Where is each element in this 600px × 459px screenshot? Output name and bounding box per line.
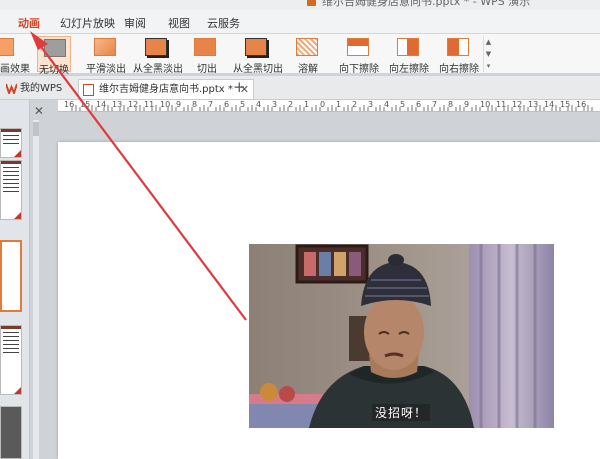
ribbon-item-cut-from-black[interactable]: 从全黑切出 [233,36,283,75]
ribbon-item-wipe-down[interactable]: 向下擦除 [339,36,379,75]
ribbon-label: 从全黑淡出 [133,64,183,75]
ribbon-item-fade-from-black[interactable]: 从全黑淡出 [133,36,183,75]
fade-from-black-icon [145,38,167,56]
ribbon-label: 溶解 [298,64,318,75]
dissolve-icon [296,38,318,56]
window-title: 维尔吉姆健身店意向书.pptx * - WPS 演示 [322,0,531,8]
ruler-label: 16 [64,100,75,109]
tab-label: 维尔吉姆健身店意向书.pptx * [99,84,233,95]
tab-my-wps[interactable]: 我的WPS [0,79,62,99]
tab-view[interactable]: 视图 [168,15,190,31]
slide-image[interactable] [249,244,554,428]
ribbon-label: 向左擦除 [389,64,429,75]
tab-cloud-service[interactable]: 云服务 [207,15,240,31]
ruler-label: 7 [432,100,438,109]
ruler-label: 14 [96,100,107,109]
ribbon-label: 画效果 [0,64,30,75]
ruler-label: 2 [288,100,294,109]
ruler-label: 9 [464,100,470,109]
tab-animation[interactable]: 动画 [18,15,40,31]
slide-thumbnail[interactable] [0,325,22,395]
ruler-label: 11 [496,100,507,109]
ruler-label: 13 [528,100,539,109]
scroll-up-icon[interactable]: ▲ [484,36,493,48]
presentation-file-icon [83,84,94,96]
ruler-label: 10 [160,100,171,109]
ruler-label: 8 [448,100,454,109]
ruler-label: 14 [544,100,555,109]
ribbon-gallery-scroll[interactable]: ▲ ▼ ▾ [483,36,493,72]
slide-thumbnail[interactable] [0,128,22,158]
ruler-label: 4 [384,100,390,109]
ribbon-item-slide-effect[interactable]: 画效果 [0,36,30,75]
thumbnail-scrollbar[interactable] [33,120,39,459]
smooth-fade-icon [94,38,116,56]
ribbon-label: 平滑淡出 [86,64,126,75]
ruler-label: 10 [480,100,491,109]
ruler-label: 3 [272,100,278,109]
photo-caption: 没招呀！ [372,404,431,421]
tab-review[interactable]: 审阅 [124,15,146,31]
ribbon-item-no-transition[interactable]: 无切换 [37,36,71,76]
ribbon-label: 向右擦除 [439,64,479,75]
man-in-hat-photo [249,244,554,428]
ruler-label: 0 [320,100,326,109]
tab-slideshow[interactable]: 幻灯片放映 [60,15,115,31]
ruler-label: 5 [240,100,246,109]
ruler-label: 15 [560,100,571,109]
title-bar: 维尔吉姆健身店意向书.pptx * - WPS 演示 [0,0,600,10]
tab-current-document[interactable]: 维尔吉姆健身店意向书.pptx * ✕ [78,79,254,99]
slide-thumbnail-selected[interactable] [0,240,22,312]
ribbon-label: 向下擦除 [339,64,379,75]
ruler-label: 6 [416,100,422,109]
horizontal-ruler: 16 15 14 13 12 11 10 9 8 7 6 5 4 3 2 1 0 1 2 3 4 5 6 7 8 9 10 11 12 1… [58,100,600,112]
ruler-label: 3 [368,100,374,109]
ruler-label: 15 [80,100,91,109]
wipe-down-icon [347,38,369,56]
ruler-label: 11 [144,100,155,109]
ruler-label: 12 [512,100,523,109]
gallery-expand-icon[interactable]: ▾ [484,60,493,72]
transition-ribbon: 画效果 无切换 平滑淡出 从全黑淡出 切出 从全黑切出 溶解 向下擦除 向左擦除… [0,34,600,76]
ruler-label: 5 [400,100,406,109]
ribbon-label: 无切换 [39,65,69,76]
cut-from-black-icon [245,38,267,56]
wipe-right-icon [447,38,469,56]
new-tab-plus-icon[interactable]: + [233,78,246,96]
ribbon-label: 从全黑切出 [233,64,283,75]
ruler-label: 4 [256,100,262,109]
ribbon-item-cut[interactable]: 切出 [193,36,219,75]
ruler-label: 13 [112,100,123,109]
tab-label: 我的WPS [20,83,63,94]
ruler-label: 16 [576,100,587,109]
ruler-label: 1 [304,100,310,109]
ruler-label: 7 [208,100,214,109]
ruler-label: 9 [176,100,182,109]
slide-thumbnail[interactable] [0,160,22,220]
ribbon-item-dissolve[interactable]: 溶解 [295,36,321,75]
ribbon-item-smooth-fade[interactable]: 平滑淡出 [86,36,126,75]
ruler-label: 12 [128,100,139,109]
menu-bar: 动画 幻灯片放映 审阅 视图 云服务 [0,10,600,43]
pptx-file-icon [307,0,316,6]
ribbon-item-wipe-left[interactable]: 向左擦除 [389,36,429,75]
wipe-left-icon [397,38,419,56]
scroll-down-icon[interactable]: ▼ [484,48,493,60]
ruler-label: 2 [352,100,358,109]
slide-thumbnail[interactable] [0,406,22,459]
slide-effect-icon [0,38,14,56]
no-transition-icon [44,39,66,57]
ribbon-label: 切出 [197,64,217,75]
ruler-label: 1 [336,100,342,109]
document-tab-bar: 我的WPS 维尔吉姆健身店意向书.pptx * ✕ [0,76,600,100]
ruler-label: 6 [224,100,230,109]
cut-icon [194,38,216,56]
wps-logo-icon [6,83,17,94]
slide-thumbnail-pane [0,100,30,459]
ribbon-item-wipe-right[interactable]: 向右擦除 [439,36,479,75]
ruler-label: 8 [192,100,198,109]
